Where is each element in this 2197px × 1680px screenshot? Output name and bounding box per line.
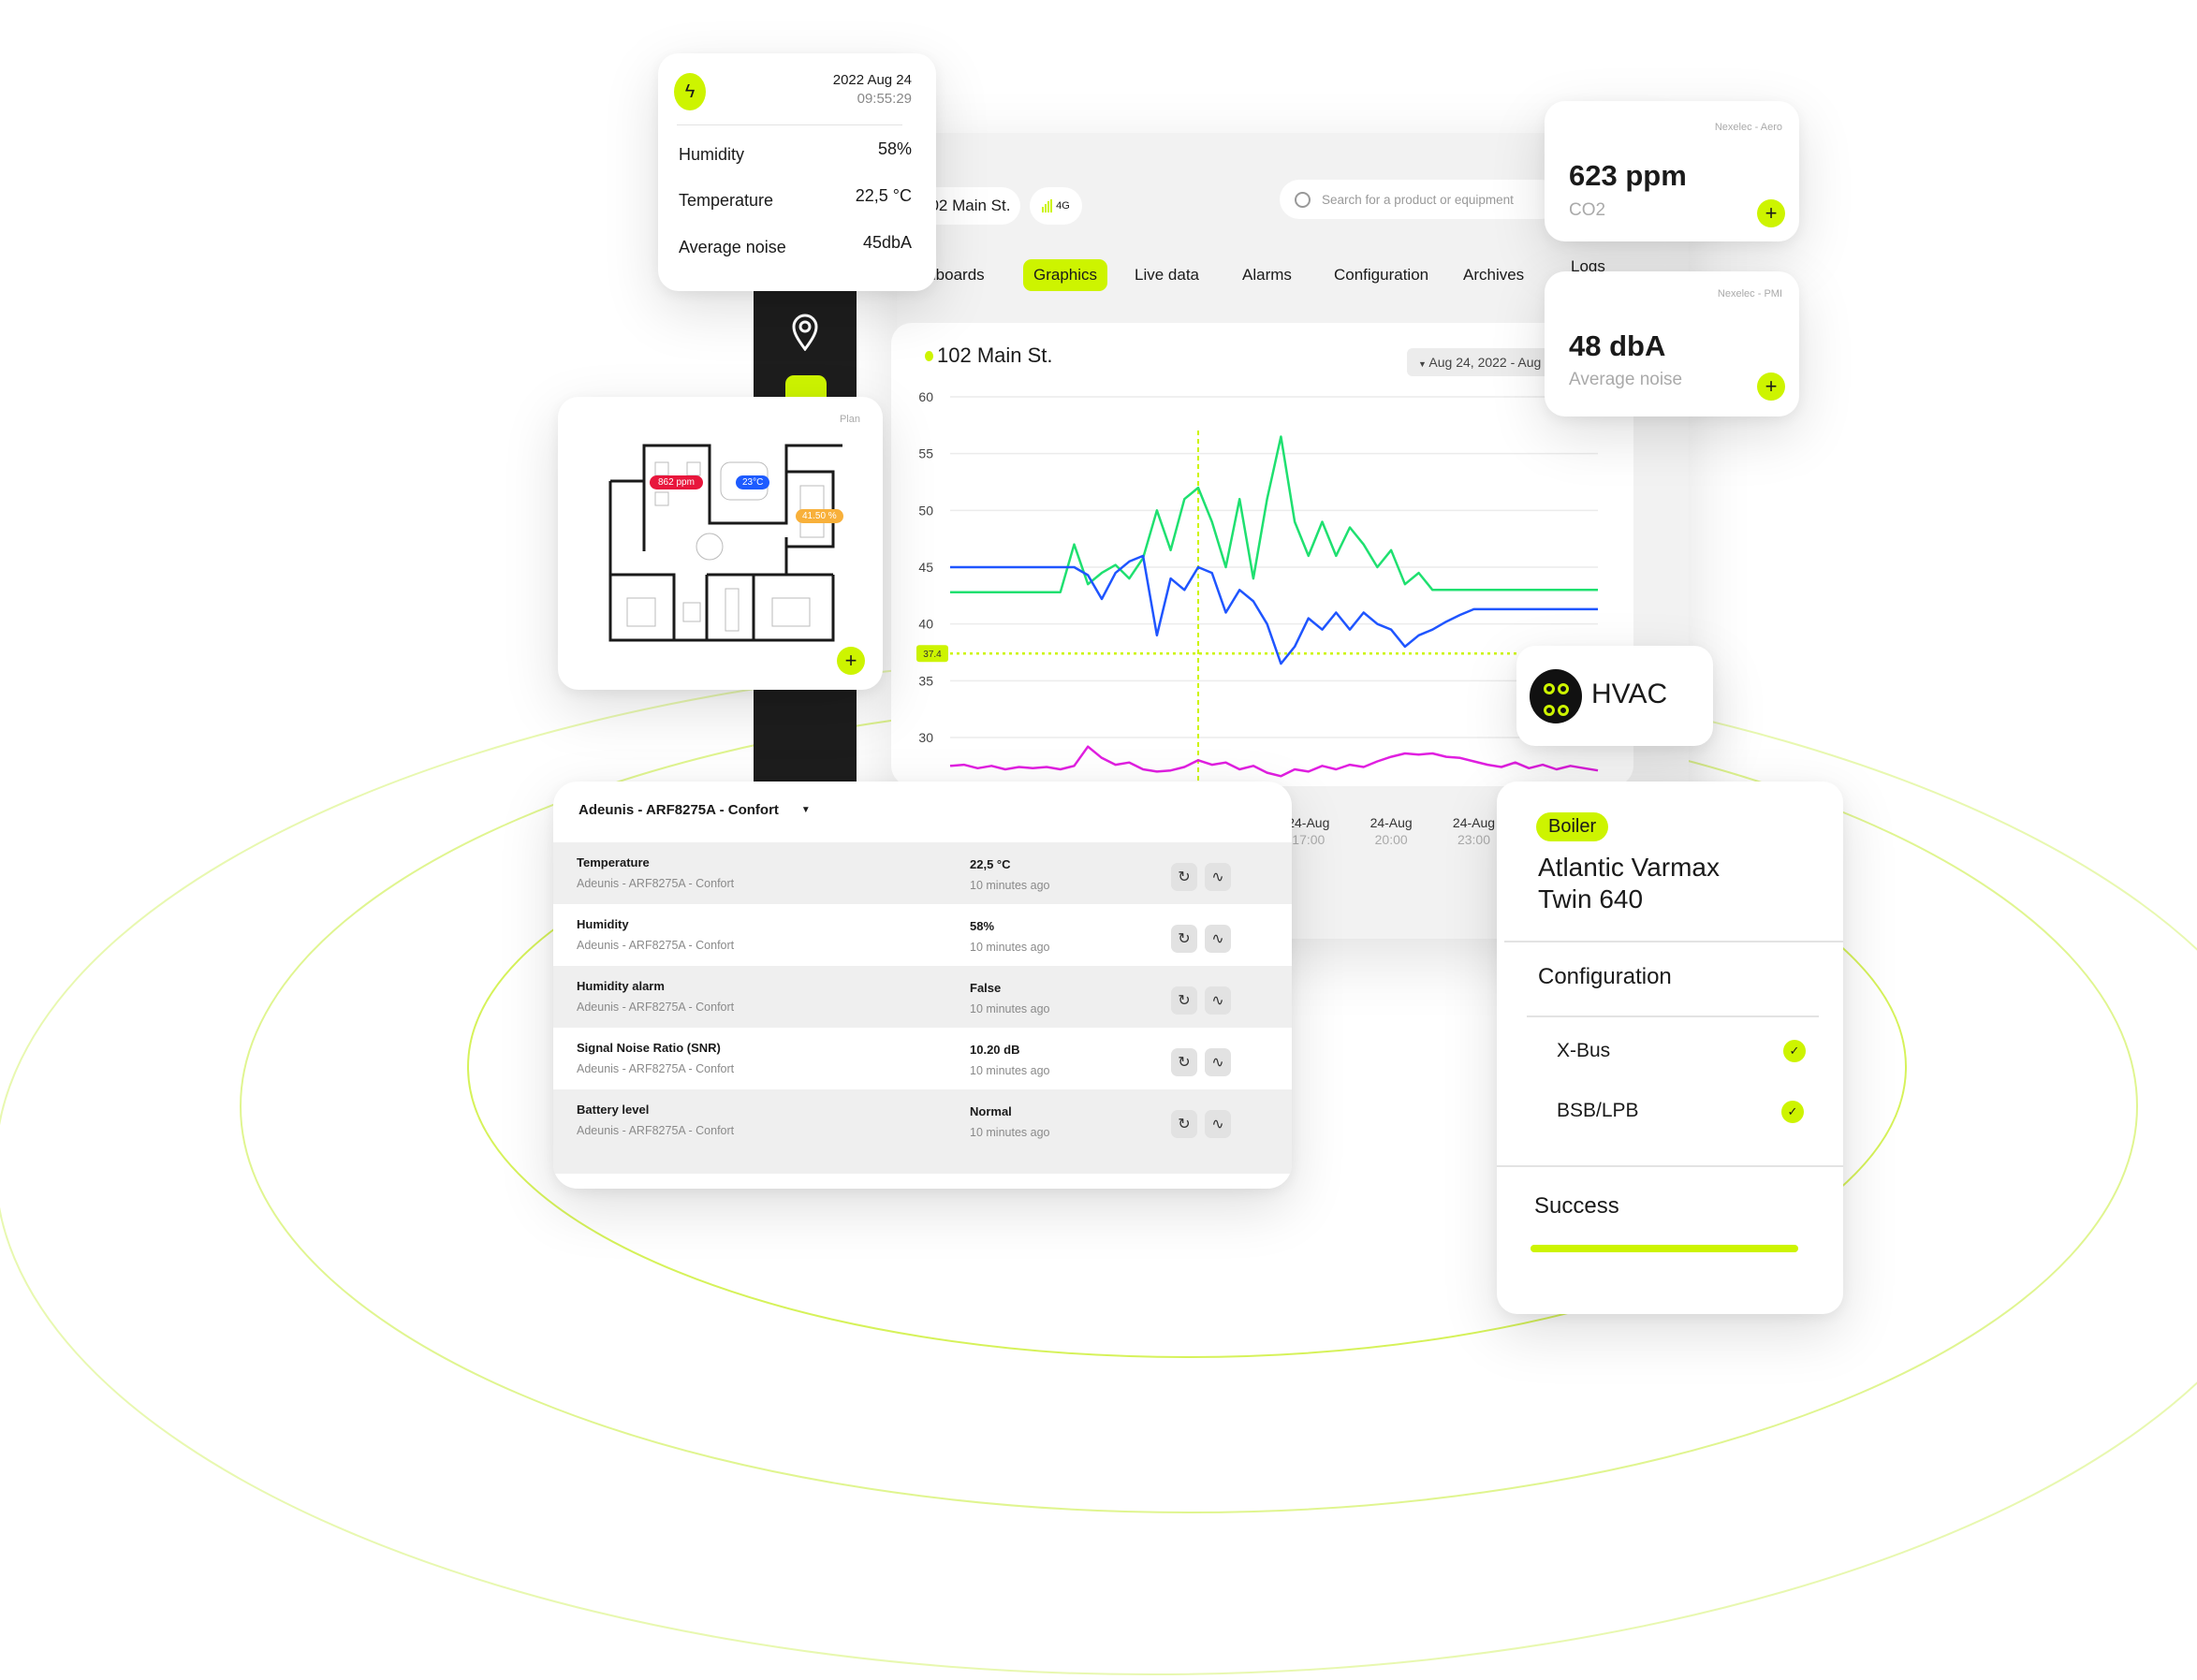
- metric-updated: 10 minutes ago: [970, 879, 1050, 892]
- sensor-summary-card: ϟ 2022 Aug 24 09:55:29 Humidity 58% Temp…: [658, 53, 936, 291]
- x-tick-date: 24-Aug: [1370, 815, 1413, 830]
- activity-chart-icon[interactable]: ∿: [1205, 986, 1231, 1015]
- device-selector[interactable]: Adeunis - ARF8275A - Confort ▼: [579, 802, 811, 818]
- boiler-name-line2: Twin 640: [1538, 884, 1644, 913]
- refresh-icon[interactable]: ↻: [1171, 1048, 1197, 1076]
- y-tick-label: 35: [918, 673, 933, 688]
- metric-device: Adeunis - ARF8275A - Confort: [577, 1001, 735, 1014]
- metric-value: 10.20 dB: [970, 1043, 1020, 1057]
- metric-name: Humidity: [577, 917, 629, 931]
- noise-card: Nexelec - PMI 48 dbA Average noise +: [1545, 271, 1799, 416]
- plus-icon[interactable]: +: [837, 647, 865, 675]
- metric-name: Temperature: [577, 855, 650, 869]
- noise-label: Average noise: [1569, 370, 1683, 389]
- activity-chart-icon[interactable]: ∿: [1205, 925, 1231, 953]
- plan-label: Plan: [839, 414, 860, 425]
- hvac-label: HVAC: [1591, 679, 1668, 709]
- metric-value: 22,5 °C: [970, 857, 1011, 871]
- device-name: Adeunis - ARF8275A - Confort: [579, 802, 779, 818]
- series-line-1: [950, 554, 1598, 665]
- table-row: Humidity Adeunis - ARF8275A - Confort 58% 1…: [553, 904, 1292, 966]
- location-pin-icon[interactable]: [789, 314, 821, 352]
- metric-value: False: [970, 981, 1002, 995]
- lightning-icon: ϟ: [674, 73, 706, 110]
- y-tick-label: 50: [918, 503, 933, 518]
- co2-value: 623 ppm: [1569, 159, 1687, 192]
- y-tick-label: 30: [918, 730, 933, 745]
- temperature-label: Temperature: [679, 191, 774, 210]
- metric-updated: 10 minutes ago: [970, 1126, 1050, 1139]
- table-row: Humidity alarm Adeunis - ARF8275A - Confo…: [553, 966, 1292, 1028]
- progress-fill: [1531, 1245, 1798, 1252]
- x-tick-time: 23:00: [1457, 832, 1490, 847]
- metric-name: Battery level: [577, 1103, 650, 1117]
- hvac-grid-icon: [1530, 669, 1582, 723]
- humidity-label: Humidity: [679, 145, 745, 164]
- table-row: Signal Noise Ratio (SNR) Adeunis - ARF827…: [553, 1028, 1292, 1089]
- protocol-bsb-lpb: BSB/LPB: [1557, 1100, 1639, 1121]
- reading-time: 09:55:29: [857, 91, 912, 107]
- check-icon[interactable]: ✓: [1781, 1101, 1804, 1123]
- metric-name: Humidity alarm: [577, 979, 665, 993]
- co2-badge[interactable]: 862 ppm: [650, 475, 703, 489]
- refresh-icon[interactable]: ↻: [1171, 863, 1197, 891]
- metric-updated: 10 minutes ago: [970, 1002, 1050, 1015]
- x-tick-date: 24-Aug: [1453, 815, 1495, 830]
- activity-chart-icon[interactable]: ∿: [1205, 1110, 1231, 1138]
- refresh-icon[interactable]: ↻: [1171, 1110, 1197, 1138]
- boiler-name-line1: Atlantic Varmax: [1538, 853, 1720, 882]
- x-tick-time: 20:00: [1375, 832, 1408, 847]
- protocol-xbus: X-Bus: [1557, 1040, 1611, 1061]
- metric-updated: 10 minutes ago: [970, 1064, 1050, 1077]
- hvac-badge[interactable]: HVAC: [1516, 646, 1713, 746]
- refresh-icon[interactable]: ↻: [1171, 925, 1197, 953]
- co2-card: Nexelec - Aero 623 ppm CO2 +: [1545, 101, 1799, 241]
- temperature-badge[interactable]: 23°C: [736, 475, 770, 489]
- configuration-heading: Configuration: [1538, 964, 1672, 989]
- series-line-0: [950, 435, 1598, 593]
- plan-card: Plan 862 ppm 23°C 41.50 % +: [558, 397, 883, 690]
- refresh-icon[interactable]: ↻: [1171, 986, 1197, 1015]
- chevron-down-icon: ▼: [800, 805, 811, 815]
- activity-chart-icon[interactable]: ∿: [1205, 1048, 1231, 1076]
- co2-source: Nexelec - Aero: [1714, 122, 1782, 133]
- y-tick-label: 60: [918, 389, 933, 404]
- y-tick-label: 45: [918, 560, 933, 575]
- table-row: Temperature Adeunis - ARF8275A - Confort 2…: [553, 842, 1292, 904]
- table-row: Battery level Adeunis - ARF8275A - Confor…: [553, 1089, 1292, 1174]
- threshold-label: 37.4: [923, 650, 942, 660]
- progress-bar: [1531, 1245, 1798, 1252]
- check-icon[interactable]: ✓: [1783, 1040, 1806, 1062]
- boiler-card: Boiler Atlantic Varmax Twin 640 Configur…: [1497, 782, 1843, 1314]
- co2-label: CO2: [1569, 200, 1606, 220]
- activity-chart-icon[interactable]: ∿: [1205, 863, 1231, 891]
- metric-device: Adeunis - ARF8275A - Confort: [577, 877, 735, 890]
- noise-value: 48 dbA: [1569, 329, 1666, 362]
- y-tick-label: 40: [918, 617, 933, 632]
- device-table-card: Adeunis - ARF8275A - Confort ▼ Temperatu…: [553, 782, 1292, 1189]
- metric-device: Adeunis - ARF8275A - Confort: [577, 1124, 735, 1137]
- temperature-value: 22,5 °C: [855, 186, 912, 205]
- humidity-value: 58%: [877, 139, 912, 158]
- plus-icon[interactable]: +: [1757, 199, 1785, 227]
- metric-name: Signal Noise Ratio (SNR): [577, 1041, 721, 1055]
- status-label: Success: [1534, 1193, 1619, 1219]
- noise-value: 45dbA: [862, 233, 912, 252]
- floor-plan: [608, 444, 842, 642]
- metric-value: 58%: [970, 919, 995, 933]
- metric-device: Adeunis - ARF8275A - Confort: [577, 1062, 735, 1075]
- metric-updated: 10 minutes ago: [970, 941, 1050, 954]
- humidity-badge[interactable]: 41.50 %: [796, 509, 843, 523]
- noise-label: Average noise: [679, 238, 786, 256]
- noise-source: Nexelec - PMI: [1717, 288, 1782, 299]
- metric-device: Adeunis - ARF8275A - Confort: [577, 939, 735, 952]
- x-tick-date: 24-Aug: [1287, 815, 1329, 830]
- y-tick-label: 55: [918, 446, 933, 461]
- boiler-tag: Boiler: [1536, 812, 1609, 841]
- plus-icon[interactable]: +: [1757, 373, 1785, 401]
- x-tick-time: 17:00: [1292, 832, 1325, 847]
- metric-value: Normal: [970, 1104, 1012, 1118]
- series-line-2: [949, 745, 1599, 778]
- reading-date: 2022 Aug 24: [832, 72, 912, 88]
